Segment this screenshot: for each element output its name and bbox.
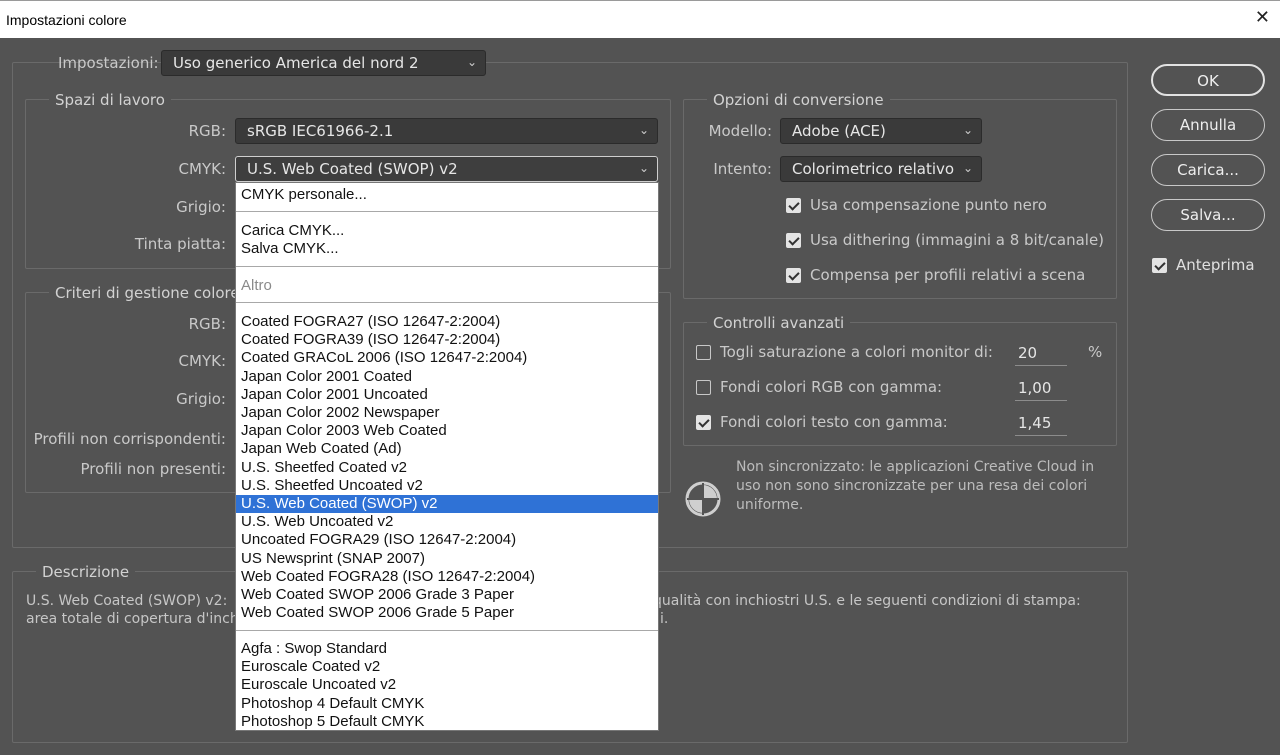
blend-rgb-input[interactable]: 1,00 [1015,377,1067,401]
cmyk-dropdown-list: CMYK personale... Carica CMYK... Salva C… [235,182,659,731]
ws-rgb-select[interactable]: sRGB IEC61966-2.1 ⌄ [235,118,658,144]
dropdown-profile-item[interactable]: Web Coated FOGRA28 (ISO 12647-2:2004) [236,568,658,586]
dropdown-profile-item[interactable]: Japan Color 2001 Uncoated [236,386,658,404]
dropdown-profile-item[interactable]: Web Coated SWOP 2006 Grade 3 Paper [236,586,658,604]
sync-status-icon [685,481,721,517]
advanced-title: Controlli avanzati [707,314,851,332]
dropdown-profile-item[interactable]: U.S. Web Coated (SWOP) v2 [236,495,658,513]
ws-rgb-value: sRGB IEC61966-2.1 [247,122,394,140]
ok-button[interactable]: OK [1151,64,1265,96]
sync-line-3: uniforme. [736,497,804,513]
dropdown-profile-item[interactable]: Japan Color 2001 Coated [236,368,658,386]
black-point-label: Usa compensazione punto nero [810,196,1047,214]
load-button[interactable]: Carica... [1151,154,1265,186]
dropdown-profile-item[interactable]: Uncoated FOGRA29 (ISO 12647-2:2004) [236,531,658,549]
dropdown-profile-item[interactable]: Japan Color 2002 Newspaper [236,404,658,422]
dropdown-profile-item[interactable]: Coated FOGRA39 (ISO 12647-2:2004) [236,331,658,349]
dropdown-item-save[interactable]: Salva CMYK... [236,240,658,258]
scene-checkbox[interactable] [786,268,801,283]
dropdown-profile-item[interactable]: Coated GRACoL 2006 (ISO 12647-2:2004) [236,349,658,367]
pol-rgb-label: RGB: [188,315,226,333]
ws-rgb-label: RGB: [188,122,226,140]
dropdown-item-load[interactable]: Carica CMYK... [236,222,658,240]
blend-rgb-label: Fondi colori RGB con gamma: [720,378,943,396]
blend-rgb-checkbox[interactable] [696,380,711,395]
dropdown-profile-item[interactable]: Japan Color 2003 Web Coated [236,422,658,440]
dropdown-profile-item[interactable]: Coated FOGRA27 (ISO 12647-2:2004) [236,313,658,331]
blend-text-checkbox[interactable] [696,415,711,430]
window-title: Impostazioni colore [6,12,127,28]
chevron-down-icon: ⌄ [466,55,477,69]
engine-label: Modello: [708,122,772,140]
scene-label: Compensa per profili relativi a scena [810,266,1086,284]
description-line-1-right: qualità con inchiostri U.S. e le seguent… [653,593,1081,609]
pol-cmyk-label: CMYK: [178,352,226,370]
dropdown-extra-item[interactable]: Agfa : Swop Standard [236,640,658,658]
cancel-button[interactable]: Annulla [1151,109,1265,141]
dither-checkbox[interactable] [786,233,801,248]
dropdown-extra-item[interactable]: Euroscale Coated v2 [236,658,658,676]
ws-cmyk-label: CMYK: [178,160,226,178]
dropdown-separator [236,211,658,212]
workspaces-title: Spazi di lavoro [49,91,171,109]
pol-mismatch-label: Profili non corrispondenti: [33,430,226,448]
settings-value: Uso generico America del nord 2 [173,54,419,72]
desaturate-checkbox[interactable] [696,345,711,360]
preview-label: Anteprima [1176,256,1255,274]
sync-line-2: uso non sono sincronizzate per una resa … [736,478,1088,494]
dropdown-extra-item[interactable]: Photoshop 5 Default CMYK [236,713,658,731]
description-line-2-right: i. [660,611,669,627]
intent-label: Intento: [713,160,772,178]
ws-spot-label: Tinta piatta: [134,235,226,253]
dropdown-extra-item[interactable]: Euroscale Uncoated v2 [236,676,658,694]
description-title: Descrizione [36,563,136,581]
ws-cmyk-value: U.S. Web Coated (SWOP) v2 [247,160,458,178]
dropdown-profile-item[interactable]: Web Coated SWOP 2006 Grade 5 Paper [236,604,658,622]
settings-label: Impostazioni: [58,54,159,72]
dropdown-profile-item[interactable]: U.S. Sheetfed Uncoated v2 [236,477,658,495]
preview-checkbox[interactable] [1152,258,1167,273]
sync-line-1: Non sincronizzato: le applicazioni Creat… [736,459,1095,475]
chevron-down-icon: ⌄ [638,123,649,137]
blend-text-label: Fondi colori testo con gamma: [720,413,948,431]
dropdown-profile-item[interactable]: U.S. Web Uncoated v2 [236,513,658,531]
dropdown-profile-item[interactable]: U.S. Sheetfed Coated v2 [236,459,658,477]
dither-label: Usa dithering (immagini a 8 bit/canale) [810,231,1105,249]
desaturate-input[interactable]: 20 [1015,342,1067,366]
settings-select[interactable]: Uso generico America del nord 2 ⌄ [161,50,486,76]
engine-value: Adobe (ACE) [792,122,886,140]
conversion-title: Opzioni di conversione [707,91,890,109]
pol-missing-label: Profili non presenti: [80,460,226,478]
dropdown-item-custom[interactable]: CMYK personale... [236,186,658,204]
chevron-down-icon: ⌄ [638,161,649,175]
policies-title: Criteri di gestione colore [49,284,246,302]
dropdown-profile-item[interactable]: Japan Web Coated (Ad) [236,440,658,458]
engine-select[interactable]: Adobe (ACE) ⌄ [780,118,982,144]
intent-select[interactable]: Colorimetrico relativo ⌄ [780,156,982,182]
blend-text-input[interactable]: 1,45 [1015,412,1067,436]
dropdown-extra-item[interactable]: Photoshop 4 Default CMYK [236,695,658,713]
chevron-down-icon: ⌄ [962,161,973,175]
dropdown-item-other: Altro [241,277,272,294]
description-line-2-left: area totale di copertura d'inch [26,611,239,627]
pol-gray-label: Grigio: [176,390,226,408]
save-button[interactable]: Salva... [1151,199,1265,231]
dropdown-profile-item[interactable]: US Newsprint (SNAP 2007) [236,550,658,568]
desaturate-unit: % [1088,343,1103,361]
dropdown-separator [236,266,658,267]
chevron-down-icon: ⌄ [962,123,973,137]
description-line-1-left: U.S. Web Coated (SWOP) v2: [26,593,228,609]
close-icon[interactable]: ✕ [1255,7,1270,28]
ws-cmyk-select[interactable]: U.S. Web Coated (SWOP) v2 ⌄ [235,156,658,182]
dropdown-separator [236,630,658,631]
intent-value: Colorimetrico relativo [792,160,955,178]
desaturate-label: Togli saturazione a colori monitor di: [720,343,993,361]
dropdown-separator [236,302,658,303]
black-point-checkbox[interactable] [786,198,801,213]
ws-gray-label: Grigio: [176,198,226,216]
title-bar: Impostazioni colore ✕ [0,0,1280,38]
